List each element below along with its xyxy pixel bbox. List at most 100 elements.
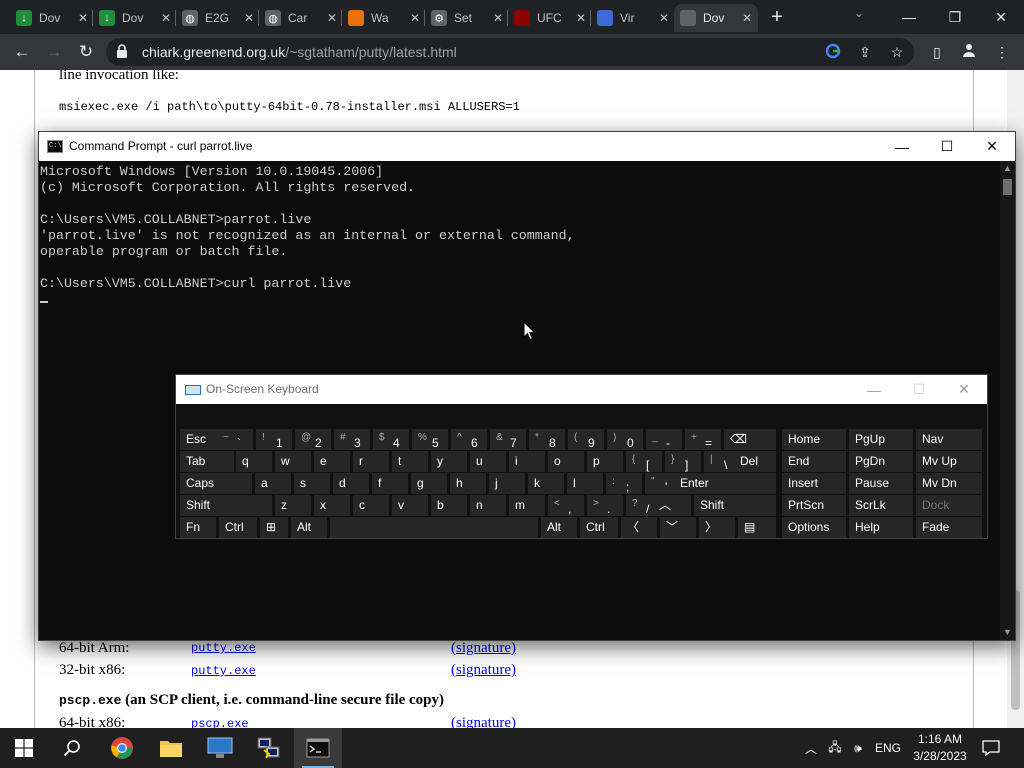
putty-x86-32-link[interactable]: putty.exe: [191, 664, 256, 678]
input-language[interactable]: ENG: [872, 728, 904, 768]
close-tab-icon[interactable]: ✕: [78, 11, 88, 25]
browser-tab[interactable]: ↓ Dov ✕: [93, 4, 177, 32]
key-sym-0-13[interactable]: + =: [685, 429, 721, 450]
key-pause[interactable]: Pause: [849, 473, 913, 494]
cmd-maximize-button[interactable]: ☐: [924, 132, 970, 161]
address-bar[interactable]: chiark.greenend.org.uk/~sgtatham/putty/l…: [106, 38, 914, 66]
key-shift[interactable]: Shift: [694, 495, 776, 516]
show-hidden-icons-chevron-icon[interactable]: ︿: [800, 728, 822, 768]
key-home[interactable]: Home: [782, 429, 846, 450]
key-sym-4-8[interactable]: ﹀: [660, 517, 696, 538]
key-0[interactable]: ) 0: [607, 429, 643, 450]
bookmark-star-icon[interactable]: ☆: [888, 43, 906, 61]
browser-tab[interactable]: Wa ✕: [342, 4, 426, 32]
cmd-close-button[interactable]: ✕: [969, 132, 1015, 161]
key-alt[interactable]: Alt: [541, 517, 577, 538]
side-panel-icon[interactable]: ▯: [927, 42, 947, 62]
key-options[interactable]: Options: [782, 517, 846, 538]
close-tab-icon[interactable]: ✕: [161, 11, 171, 25]
key-d[interactable]: d: [333, 473, 369, 494]
key-1[interactable]: ! 1: [256, 429, 292, 450]
key-sym-1-12[interactable]: }]: [665, 451, 701, 472]
key-p[interactable]: p: [587, 451, 623, 472]
restore-button[interactable]: ❐: [932, 0, 978, 34]
key-sym-2-10[interactable]: :;: [606, 473, 642, 494]
command-prompt-taskbar-button[interactable]: [294, 728, 342, 768]
key-5[interactable]: % 5: [412, 429, 448, 450]
scroll-down-icon[interactable]: ▼: [1000, 625, 1015, 640]
volume-icon[interactable]: 🕪: [847, 728, 869, 768]
key-j[interactable]: j: [489, 473, 525, 494]
system-clock[interactable]: 1:16 AM 3/28/2023: [906, 731, 974, 765]
share-icon[interactable]: ⇪: [856, 43, 874, 61]
new-tab-button[interactable]: +: [766, 6, 788, 28]
close-tab-icon[interactable]: ✕: [410, 11, 420, 25]
browser-tab[interactable]: UFC ✕: [508, 4, 592, 32]
key-m[interactable]: m: [509, 495, 545, 516]
key-l[interactable]: l: [567, 473, 603, 494]
key-b[interactable]: b: [431, 495, 467, 516]
key-sym-4-7[interactable]: 〈: [621, 517, 657, 538]
key-y[interactable]: y: [431, 451, 467, 472]
key-a[interactable]: a: [255, 473, 291, 494]
close-tab-icon[interactable]: ✕: [327, 11, 337, 25]
key-fn[interactable]: Fn: [180, 517, 216, 538]
key-shift[interactable]: Shift: [180, 495, 272, 516]
back-icon[interactable]: ←: [10, 40, 34, 64]
signature-pscp-x86-64-link[interactable]: (signature): [451, 715, 516, 728]
key-tab[interactable]: Tab: [180, 451, 234, 472]
key-3[interactable]: #3: [334, 429, 370, 450]
notifications-icon[interactable]: [978, 728, 1004, 768]
key-sym-3-11[interactable]: ︿: [653, 495, 691, 516]
putty-taskbar-button[interactable]: [245, 728, 293, 768]
close-tab-icon[interactable]: ✕: [493, 11, 503, 25]
key-z[interactable]: z: [275, 495, 311, 516]
key-v[interactable]: v: [392, 495, 428, 516]
close-tab-icon[interactable]: ✕: [576, 11, 586, 25]
key-7[interactable]: & 7: [490, 429, 526, 450]
key-x[interactable]: x: [314, 495, 350, 516]
close-tab-icon[interactable]: ✕: [742, 11, 752, 25]
key-del[interactable]: Del: [734, 451, 776, 472]
key-prtscn[interactable]: PrtScn: [782, 495, 846, 516]
key-t[interactable]: t: [392, 451, 428, 472]
key-c[interactable]: c: [353, 495, 389, 516]
key-space[interactable]: [330, 517, 538, 538]
start-button[interactable]: [0, 728, 48, 768]
menu-kebab-icon[interactable]: ⋮: [992, 42, 1012, 62]
file-explorer-button[interactable]: [147, 728, 195, 768]
key-2[interactable]: @2: [295, 429, 331, 450]
key-mv-dn[interactable]: Mv Dn: [916, 473, 982, 494]
key-4[interactable]: $4: [373, 429, 409, 450]
osk-close-button[interactable]: ✕: [941, 375, 987, 404]
key-i[interactable]: i: [509, 451, 545, 472]
key-sym-4-9[interactable]: 〉: [699, 517, 735, 538]
cmd-scrollbar-thumb[interactable]: [1003, 179, 1012, 195]
signature-x86-32-link[interactable]: (signature): [451, 662, 516, 679]
signature-arm64-link[interactable]: (signature): [451, 640, 516, 657]
key-k[interactable]: k: [528, 473, 564, 494]
key-alt[interactable]: Alt: [291, 517, 327, 538]
tab-search-icon[interactable]: ⌄: [854, 6, 864, 20]
key-sym-4-10[interactable]: ▤: [738, 517, 776, 538]
key-scrlk[interactable]: ScrLk: [849, 495, 913, 516]
browser-tab[interactable]: ⚙ Set ✕: [425, 4, 509, 32]
key-ctrl[interactable]: Ctrl: [580, 517, 618, 538]
key-ctrl[interactable]: Ctrl: [219, 517, 257, 538]
profile-icon[interactable]: [959, 42, 979, 62]
minimize-button[interactable]: —: [886, 0, 932, 34]
osk-minimize-button[interactable]: —: [851, 375, 897, 404]
cmd-title-bar[interactable]: C:\ Command Prompt - curl parrot.live — …: [39, 132, 1015, 161]
key-sym-0-14[interactable]: ⌫: [724, 429, 776, 450]
key-sym-3-9[interactable]: >.: [587, 495, 623, 516]
key-g[interactable]: g: [411, 473, 447, 494]
close-tab-icon[interactable]: ✕: [244, 11, 254, 25]
forward-icon[interactable]: →: [42, 40, 66, 64]
key-u[interactable]: u: [470, 451, 506, 472]
cmd-minimize-button[interactable]: —: [879, 132, 925, 161]
browser-tab[interactable]: ◍ E2G ✕: [176, 4, 260, 32]
key-s[interactable]: s: [294, 473, 330, 494]
remote-desktop-button[interactable]: [196, 728, 244, 768]
key-mv-up[interactable]: Mv Up: [916, 451, 982, 472]
google-lens-icon[interactable]: [824, 43, 842, 61]
